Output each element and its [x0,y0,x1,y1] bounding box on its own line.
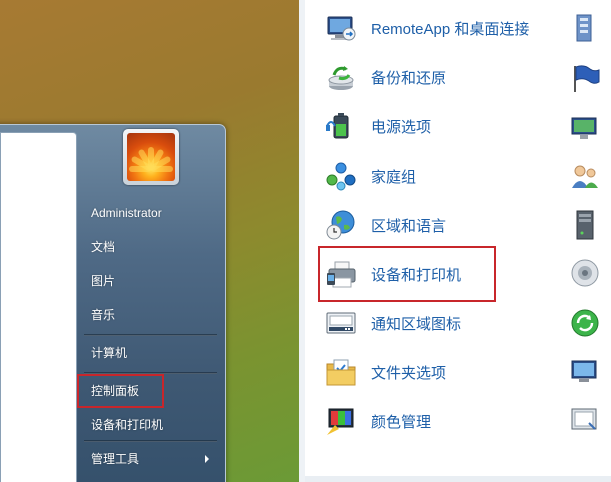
color-management-icon [325,405,357,437]
submenu-arrow-icon [205,455,209,463]
menu-item-user[interactable]: Administrator [91,203,211,223]
power-options-icon [325,110,357,142]
menu-separator [84,440,217,442]
flag-icon[interactable] [569,62,601,94]
server-icon[interactable] [569,209,601,241]
cp-item-notification-area[interactable]: 通知区域图标 [325,303,555,343]
users-icon[interactable] [569,160,601,192]
remoteapp-icon [325,12,357,44]
cp-label-region-language: 区域和语言 [371,217,447,235]
cp-label-color-management: 颜色管理 [371,413,432,431]
partial-control-panel-icon[interactable] [569,12,601,44]
menu-item-pictures[interactable]: 图片 [91,271,211,291]
cp-item-region-language[interactable]: 区域和语言 [325,205,555,245]
display-icon[interactable] [569,112,601,144]
cp-label-homegroup: 家庭组 [371,168,417,186]
cp-item-folder-options[interactable]: 文件夹选项 [325,352,555,392]
cp-item-color-management[interactable]: 颜色管理 [325,401,555,441]
menu-item-music[interactable]: 音乐 [91,305,211,325]
cp-label-power-options: 电源选项 [371,118,432,136]
cp-item-remoteapp[interactable]: RemoteApp 和桌面连接 [325,8,555,48]
backup-icon [325,61,357,93]
flower-picture-icon [127,133,175,181]
cp-label-notification-area: 通知区域图标 [371,315,462,333]
monitor-icon[interactable] [569,356,601,388]
cp-item-homegroup[interactable]: 家庭组 [325,156,555,196]
notification-area-icon [325,307,357,339]
menu-separator [84,334,217,336]
region-language-icon [325,209,357,241]
user-avatar[interactable] [123,129,179,185]
folder-options-icon [325,356,357,388]
cp-label-folder-options: 文件夹选项 [371,364,447,382]
sync-icon[interactable] [569,307,601,339]
homegroup-icon [325,160,357,192]
screen: Administrator 文档 图片 音乐 计算机 控制面板 设备和打印机 管… [0,0,611,482]
menu-item-admin-tools[interactable]: 管理工具 [91,449,211,469]
cp-label-backup-restore: 备份和还原 [371,69,447,87]
menu-item-documents[interactable]: 文档 [91,237,211,257]
control-panel-highlight [77,374,164,408]
devices-printers-highlight [318,246,496,302]
speaker-icon[interactable] [569,257,601,289]
control-panel-pane: RemoteApp 和桌面连接 备份和还原 电源选项 家庭组 区域和语言 设备和… [299,0,611,482]
cp-item-backup-restore[interactable]: 备份和还原 [325,57,555,97]
menu-item-devices-printers[interactable]: 设备和打印机 [91,415,211,435]
menu-item-computer[interactable]: 计算机 [91,343,211,363]
cp-item-power-options[interactable]: 电源选项 [325,106,555,146]
programs-list-pane [0,132,77,482]
screen-settings-icon[interactable] [569,405,601,437]
pane-bottom-edge [305,476,611,482]
cp-label-remoteapp: RemoteApp 和桌面连接 [371,20,530,38]
